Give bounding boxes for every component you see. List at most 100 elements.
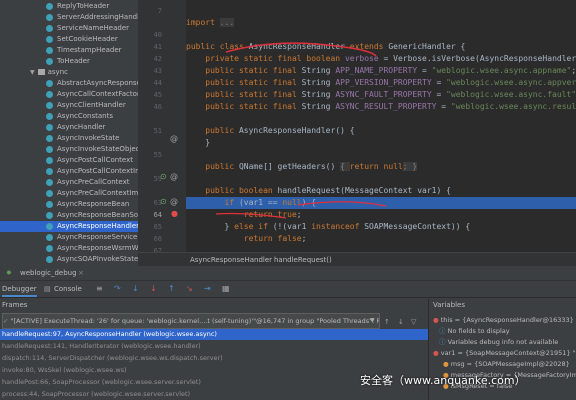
stack-frame[interactable]: process:44, SoapProcessor (weblogic.wsee… [0,389,428,400]
step-into-icon[interactable]: ↓ [132,284,139,294]
code-line[interactable]: private static final boolean verbose = V… [186,53,576,65]
up-icon[interactable]: ↑ [384,317,390,327]
tree-item-label: AsyncClientHandler [57,101,126,109]
tree-item[interactable]: AsyncConstants [0,111,138,122]
filter-icon[interactable]: ▽ [411,317,416,327]
line-number: 59 [153,175,162,183]
variable-row[interactable]: ⓘ No fields to display [429,326,576,337]
tree-item[interactable]: AsyncHandler [0,122,138,133]
tree-item[interactable]: TimestampHeader [0,45,138,56]
tab-console[interactable]: Console [54,281,82,297]
breadcrumb-method[interactable]: handleRequest() [274,253,332,267]
override-gutter-icon[interactable]: @ [170,135,178,143]
tree-item[interactable]: AsyncCallContextFactory [0,89,138,100]
stack-frame[interactable]: dispatch:114, ServerDispatcher (weblogic… [0,353,428,364]
code-line[interactable]: } else if (!(var1 instanceof SOAPMessage… [186,221,576,233]
tree-item-label: AsyncInvokeStateObjectHa [57,145,138,153]
code-line[interactable] [186,29,576,41]
code-line[interactable]: import ... [186,17,576,29]
check-icon: ✓ [3,317,9,325]
code-editor[interactable]: return false; } else if (!(var1 instance… [186,0,576,252]
tree-item[interactable]: ServerAddressingHandler [0,12,138,23]
code-token: = [431,78,447,87]
tree-item[interactable]: AsyncSOAPInvokeState [0,254,138,265]
evaluate-icon[interactable]: ▦ [222,284,230,294]
code-line[interactable] [186,113,576,125]
tree-item[interactable]: ToHeader [0,56,138,67]
class-icon [46,35,53,43]
tree-item[interactable]: AsyncResponseWsrmWsscW [0,243,138,254]
drop-frame-icon[interactable]: ↘ [186,284,193,294]
code-line-execution-point[interactable]: if (var1 == null) { [186,197,576,209]
show-execution-point-icon[interactable]: ≡ [96,284,103,294]
tree-item[interactable]: ReplyToHeader [0,1,138,12]
expand-icon[interactable]: ▼ [30,67,35,78]
tree-item[interactable]: ServiceNameHeader [0,23,138,34]
tree-item[interactable]: AsyncPreCallContextImpl [0,188,138,199]
code-line[interactable]: return true; [186,209,576,221]
code-line[interactable] [186,149,576,161]
tree-item[interactable]: AbstractAsyncResponseBea [0,78,138,89]
run-config-tab[interactable]: ✸ weblogic_debug × [0,266,576,281]
variable-row[interactable]: ⓘ Variables debug info not available [429,337,576,348]
tree-item[interactable]: AsyncClientHandler [0,100,138,111]
override-gutter-icon[interactable]: @ [170,173,178,181]
tab-debugger[interactable]: Debugger [2,281,37,297]
thread-selector[interactable]: ✓ "[ACTIVE] ExecuteThread: '26' for queu… [2,313,380,329]
breadcrumb-class[interactable]: AsyncResponseHandler [190,253,272,267]
step-out-icon[interactable]: ↑ [168,284,175,294]
override-gutter-icon[interactable]: @ [170,198,178,206]
code-line[interactable]: public static final String ASYNC_RESULT_… [186,101,576,113]
code-token: APP_VERSION_PROPERTY [335,78,432,87]
run-to-cursor-icon[interactable]: ⇥ [204,284,211,294]
code-token: "weblogic.wsee.async.appversion" [446,78,576,87]
variable-row[interactable]: ● msg = {SOAPMessageImpl@22028} [429,359,576,370]
step-over-icon[interactable]: ↷ [114,284,121,294]
tree-item[interactable]: AsyncPreCallContext [0,177,138,188]
code-line[interactable]: public boolean handleRequest(MessageCont… [186,185,576,197]
tree-item[interactable]: AsyncResponseBean [0,199,138,210]
project-tree[interactable]: ReplyToHeader ServerAddressingHandler Serv… [0,0,138,266]
code-token: return false [186,234,302,243]
code-token: ) { [301,198,317,207]
variable-icon: ● [443,360,451,368]
variable-row[interactable]: ● this = {AsyncResponseHandler@16333} [429,315,576,326]
code-line[interactable]: public static final String ASYNC_FAULT_P… [186,89,576,101]
code-line[interactable] [186,5,576,17]
frames-list[interactable]: handleRequest:97, AsyncResponseHandler (… [0,329,428,400]
variable-icon: ● [433,349,441,357]
code-token: String [301,102,336,111]
tree-item[interactable]: AsyncInvokeStateObjectHa [0,144,138,155]
tree-item-label: AsyncPostCallContextImpl [57,167,138,175]
tree-item[interactable]: AsyncResponseBeanSoap12 [0,210,138,221]
tree-item[interactable]: AsyncResponseServiceDeplo [0,232,138,243]
code-line[interactable]: public AsyncResponseHandler() { [186,125,576,137]
variable-row[interactable]: ● var1 = {SoapMessageContext@21951} "Soa… [429,348,576,359]
down-icon[interactable]: ↓ [398,317,404,327]
stack-frame[interactable]: handleRequest:97, AsyncResponseHandler (… [0,329,428,340]
tree-item[interactable]: SetCookieHeader [0,34,138,45]
force-step-into-icon[interactable]: ↓ [150,284,157,294]
line-number: 66 [153,235,162,243]
code-line[interactable]: } [186,137,576,149]
close-icon[interactable]: × [78,266,84,280]
tree-item[interactable]: AsyncResponseHandler [0,221,138,232]
code-token: ASYNC_RESULT_PROPERTY [335,102,437,111]
debug-tabs: Debugger ▤ Console ≡ ↷ ↓ ↓ ↑ ↘ ⇥ ▦ [0,281,576,298]
tree-item[interactable]: AsyncInvokeState [0,133,138,144]
tree-item[interactable]: AsyncPostCallContextImpl [0,166,138,177]
tree-item-label: AbstractAsyncResponseBea [57,79,138,87]
tree-package[interactable]: ▼ async [0,67,138,78]
line-number: 65 [153,223,162,231]
editor-gutter[interactable]: @ ⊙ @ ⊙ @ ● 7 40 41 42 43 44 45 46 51 55 59 63 64 65 6… [138,0,186,255]
code-line[interactable]: public static final String APP_NAME_PROP… [186,65,576,77]
tree-item[interactable]: AsyncPostCallContext [0,155,138,166]
code-line[interactable]: return false; [186,233,576,245]
code-line[interactable]: public class AsyncResponseHandler extend… [186,41,576,53]
code-line[interactable]: public static final String APP_VERSION_P… [186,77,576,89]
chevron-down-icon[interactable]: ▼ [370,317,375,324]
stack-frame[interactable]: handleRequest:141, HandlerIterator (webl… [0,341,428,352]
breakpoint-icon[interactable]: ● [171,210,178,218]
code-line[interactable]: public QName[] getHeaders() { return nul… [186,161,576,173]
code-line[interactable] [186,173,576,185]
